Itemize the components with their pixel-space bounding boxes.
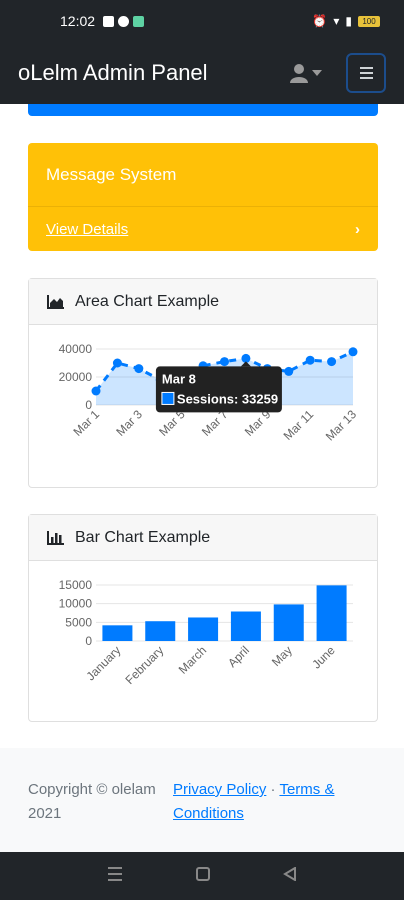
view-details-link[interactable]: View Details bbox=[46, 221, 128, 238]
bar-chart-plot: 0 5000 10000 15000 JanuaryFebruary March Apri… bbox=[59, 578, 353, 687]
privacy-policy-link[interactable]: Privacy Policy bbox=[173, 781, 266, 798]
y-tick-label: 20000 bbox=[59, 370, 93, 384]
bar-chart-title: Bar Chart Example bbox=[75, 528, 211, 546]
user-menu[interactable] bbox=[290, 63, 322, 83]
x-tick-label: February bbox=[123, 643, 167, 687]
data-point[interactable] bbox=[91, 386, 101, 396]
area-chart-card: Area Chart Example 0 20000 40000 Mar 1 Mar … bbox=[28, 278, 378, 488]
notification-icons bbox=[103, 15, 145, 27]
area-chart-icon bbox=[47, 294, 64, 309]
area-chart-title: Area Chart Example bbox=[75, 292, 220, 310]
wifi-icon: ▾ bbox=[333, 14, 340, 28]
y-tick-label: 5000 bbox=[65, 615, 92, 629]
brand-title[interactable]: oLelm Admin Panel bbox=[18, 60, 208, 86]
battery-icon: 100 bbox=[358, 15, 380, 27]
message-system-card: Message System View Details › bbox=[28, 143, 378, 251]
data-point[interactable] bbox=[220, 357, 229, 367]
x-tick-label: Mar 11 bbox=[281, 407, 317, 443]
area-chart-plot: 02000040000 Mar 1 Mar 3 Mar 5 Mar 7 Mar 9 Mar… bbox=[59, 342, 360, 444]
home-button[interactable] bbox=[195, 866, 210, 886]
bar[interactable] bbox=[273, 604, 304, 641]
bar[interactable] bbox=[316, 585, 347, 641]
footer-links: Privacy Policy · Terms & Conditions bbox=[173, 778, 373, 826]
bar[interactable] bbox=[145, 621, 176, 641]
bar-chart-card: Bar Chart Example 0 5000 10000 15000 Januar… bbox=[28, 514, 378, 722]
data-point[interactable] bbox=[348, 347, 358, 357]
user-icon bbox=[290, 64, 308, 83]
x-tick-label: Mar 13 bbox=[323, 407, 360, 444]
top-navbar: oLelm Admin Panel bbox=[0, 42, 404, 104]
x-tick-label: Mar 1 bbox=[71, 407, 103, 439]
bar[interactable] bbox=[230, 611, 261, 641]
area-chart-header: Area Chart Example bbox=[29, 279, 377, 325]
x-tick-label: March bbox=[176, 643, 209, 676]
back-icon bbox=[283, 865, 297, 882]
data-point[interactable] bbox=[327, 357, 337, 367]
system-navigation-bar bbox=[0, 852, 404, 900]
chart-tooltip: Mar 8 Sessions: 33259 bbox=[155, 361, 282, 413]
copyright-text: Copyright © olelam 2021 bbox=[28, 781, 156, 822]
bar[interactable] bbox=[102, 625, 133, 641]
x-tick-label: January bbox=[83, 643, 123, 683]
home-icon bbox=[195, 866, 210, 881]
data-point[interactable] bbox=[284, 366, 294, 376]
bar[interactable] bbox=[188, 617, 219, 641]
primary-card-edge bbox=[28, 104, 378, 116]
caret-down-icon bbox=[312, 70, 322, 76]
message-icon bbox=[118, 15, 130, 27]
footer-separator: · bbox=[270, 781, 276, 798]
system-icons: ⏰ ▾ ▮ 100 bbox=[312, 14, 380, 28]
status-time: 12:02 bbox=[60, 13, 96, 29]
y-tick-label: 10000 bbox=[59, 597, 93, 611]
x-tick-label: May bbox=[269, 643, 295, 669]
signal-icon: ▮ bbox=[345, 14, 352, 28]
recent-apps-icon bbox=[107, 866, 122, 881]
hamburger-icon bbox=[359, 67, 373, 69]
data-point[interactable] bbox=[112, 358, 122, 368]
page-footer: Copyright © olelam 2021 Privacy Policy ·… bbox=[0, 748, 404, 852]
facebook-icon bbox=[103, 15, 115, 27]
x-tick-label: April bbox=[225, 643, 252, 670]
data-point[interactable] bbox=[134, 364, 144, 374]
alarm-icon: ⏰ bbox=[312, 14, 328, 28]
bar-chart-header: Bar Chart Example bbox=[29, 515, 377, 561]
back-button[interactable] bbox=[283, 865, 297, 886]
navbar-toggle-button[interactable] bbox=[346, 53, 386, 93]
y-tick-label: 0 bbox=[85, 634, 92, 648]
tooltip-swatch bbox=[161, 391, 175, 405]
y-tick-label: 15000 bbox=[59, 578, 93, 592]
message-card-footer[interactable]: View Details › bbox=[28, 207, 378, 251]
y-tick-label: 40000 bbox=[59, 342, 93, 356]
data-point[interactable] bbox=[305, 355, 315, 365]
tooltip-label: Sessions: 33259 bbox=[177, 391, 278, 406]
status-bar: 12:02 ⏰ ▾ ▮ 100 bbox=[0, 0, 404, 42]
app-icon bbox=[133, 15, 145, 27]
x-tick-label: Mar 3 bbox=[113, 407, 145, 439]
chevron-right-icon: › bbox=[355, 220, 360, 238]
x-tick-label: June bbox=[309, 643, 338, 672]
recent-apps-button[interactable] bbox=[107, 866, 123, 886]
message-card-title: Message System bbox=[28, 143, 378, 207]
bar-chart-icon bbox=[47, 530, 64, 545]
tooltip-title: Mar 8 bbox=[162, 371, 196, 386]
